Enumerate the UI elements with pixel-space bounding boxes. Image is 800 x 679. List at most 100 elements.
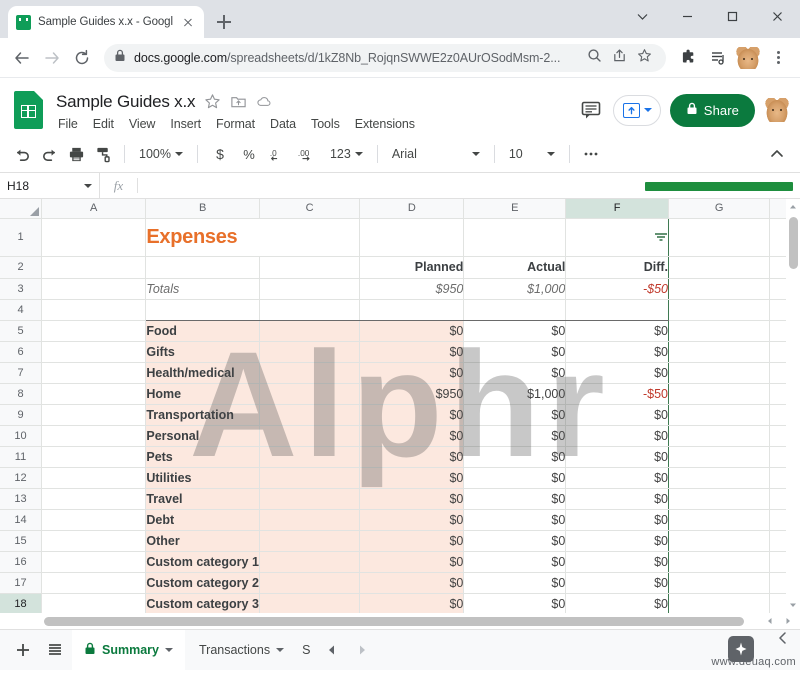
cell-c13[interactable] xyxy=(258,487,361,510)
menu-format[interactable]: Format xyxy=(214,116,257,132)
new-tab-button[interactable] xyxy=(210,8,238,36)
cell-d2-planned[interactable]: Planned xyxy=(359,255,465,279)
cell-g5[interactable] xyxy=(667,319,771,342)
cell-b2[interactable] xyxy=(145,255,260,279)
cell-b7-category[interactable]: Health/medical xyxy=(145,361,260,384)
forward-arrow-icon[interactable] xyxy=(38,44,66,72)
cell-a18[interactable] xyxy=(40,592,147,613)
horizontal-scrollbar[interactable] xyxy=(0,613,800,629)
cell-c18[interactable] xyxy=(258,592,361,613)
cell-b9-category[interactable]: Transportation xyxy=(145,403,260,426)
cell-b17-category[interactable]: Custom category 2 xyxy=(145,571,260,594)
vertical-scroll-thumb[interactable] xyxy=(789,217,798,269)
cell-c17[interactable] xyxy=(258,571,361,594)
horizontal-scroll-thumb[interactable] xyxy=(44,617,744,626)
cell-f13-diff[interactable]: $0 xyxy=(565,487,669,510)
cell-a7[interactable] xyxy=(40,361,147,384)
sheet-tab-partial[interactable]: S xyxy=(298,630,314,671)
maximize-icon[interactable] xyxy=(710,0,755,32)
cell-f17-diff[interactable]: $0 xyxy=(565,571,669,594)
cell-d3-totals-planned[interactable]: $950 xyxy=(359,277,465,300)
collapse-sheet-panel-icon[interactable] xyxy=(776,631,790,650)
increase-decimal-button[interactable]: .00 xyxy=(293,141,323,167)
filter-icon[interactable] xyxy=(654,232,668,247)
document-title[interactable]: Sample Guides x.x xyxy=(56,92,195,112)
close-tab-icon[interactable] xyxy=(180,14,196,30)
cell-a5[interactable] xyxy=(40,319,147,342)
cell-b5-category[interactable]: Food xyxy=(145,319,260,342)
cell-f2-diff[interactable]: Diff. xyxy=(565,255,669,279)
cell-g9[interactable] xyxy=(667,403,771,426)
address-bar[interactable]: docs.google.com/spreadsheets/d/1kZ8Nb_Ro… xyxy=(104,43,666,72)
search-icon[interactable] xyxy=(583,48,606,68)
scroll-left-icon[interactable] xyxy=(764,615,776,627)
cell-a13[interactable] xyxy=(40,487,147,510)
cell-c16[interactable] xyxy=(258,550,361,573)
redo-icon[interactable] xyxy=(36,141,62,167)
column-header-a[interactable]: A xyxy=(40,199,147,219)
cell-d17-planned[interactable]: $0 xyxy=(359,571,465,594)
cell-a15[interactable] xyxy=(40,529,147,552)
select-all-corner[interactable] xyxy=(0,199,42,219)
cell-e5-actual[interactable]: $0 xyxy=(463,319,567,342)
row-header-15[interactable]: 15 xyxy=(0,529,42,552)
menu-file[interactable]: File xyxy=(56,116,80,132)
cell-b13-category[interactable]: Travel xyxy=(145,487,260,510)
cell-e13-actual[interactable]: $0 xyxy=(463,487,567,510)
three-dot-menu-icon[interactable] xyxy=(764,44,792,72)
puzzle-piece-icon[interactable] xyxy=(674,44,702,72)
row-header-7[interactable]: 7 xyxy=(0,361,42,384)
column-header-b[interactable]: B xyxy=(145,199,260,219)
row-header-14[interactable]: 14 xyxy=(0,508,42,531)
cell-g18[interactable] xyxy=(667,592,771,613)
cell-e4[interactable] xyxy=(463,298,567,321)
cell-c2[interactable] xyxy=(258,255,361,279)
zoom-selector[interactable]: 100% xyxy=(133,141,189,167)
cell-d6-planned[interactable]: $0 xyxy=(359,340,465,363)
cell-e14-actual[interactable]: $0 xyxy=(463,508,567,531)
cell-c9[interactable] xyxy=(258,403,361,426)
cell-c14[interactable] xyxy=(258,508,361,531)
decrease-decimal-button[interactable]: .0 xyxy=(264,141,292,167)
more-options-icon[interactable] xyxy=(578,141,604,167)
cell-e11-actual[interactable]: $0 xyxy=(463,445,567,468)
cell-d11-planned[interactable]: $0 xyxy=(359,445,465,468)
menu-view[interactable]: View xyxy=(127,116,157,132)
cell-a6[interactable] xyxy=(40,340,147,363)
cell-f5-diff[interactable]: $0 xyxy=(565,319,669,342)
cell-d9-planned[interactable]: $0 xyxy=(359,403,465,426)
cell-e10-actual[interactable]: $0 xyxy=(463,424,567,447)
cell-b4[interactable] xyxy=(145,298,260,321)
cell-d16-planned[interactable]: $0 xyxy=(359,550,465,573)
star-icon[interactable] xyxy=(633,48,656,68)
cell-c12[interactable] xyxy=(258,466,361,489)
row-header-9[interactable]: 9 xyxy=(0,403,42,426)
cell-b12-category[interactable]: Utilities xyxy=(145,466,260,489)
account-avatar[interactable] xyxy=(764,97,790,123)
cell-d7-planned[interactable]: $0 xyxy=(359,361,465,384)
minimize-icon[interactable] xyxy=(665,0,710,32)
row-header-10[interactable]: 10 xyxy=(0,424,42,447)
column-header-e[interactable]: E xyxy=(463,199,567,219)
cell-a16[interactable] xyxy=(40,550,147,573)
cell-b8-category[interactable]: Home xyxy=(145,382,260,405)
cell-f16-diff[interactable]: $0 xyxy=(565,550,669,573)
cell-g11[interactable] xyxy=(667,445,771,468)
collapse-toolbar-button[interactable] xyxy=(764,141,790,167)
cell-d5-planned[interactable]: $0 xyxy=(359,319,465,342)
cell-c4[interactable] xyxy=(258,298,361,321)
menu-tools[interactable]: Tools xyxy=(309,116,342,132)
menu-extensions[interactable]: Extensions xyxy=(353,116,417,132)
paint-format-icon[interactable] xyxy=(90,141,116,167)
cloud-saved-icon[interactable] xyxy=(256,93,273,110)
reload-icon[interactable] xyxy=(68,44,96,72)
cell-f11-diff[interactable]: $0 xyxy=(565,445,669,468)
cell-g2[interactable] xyxy=(667,255,771,279)
cell-g17[interactable] xyxy=(667,571,771,594)
cell-g1[interactable] xyxy=(667,217,771,257)
cell-e7-actual[interactable]: $0 xyxy=(463,361,567,384)
currency-format-button[interactable]: $ xyxy=(206,141,234,167)
row-header-11[interactable]: 11 xyxy=(0,445,42,468)
all-sheets-icon[interactable] xyxy=(40,635,70,665)
undo-icon[interactable] xyxy=(9,141,35,167)
